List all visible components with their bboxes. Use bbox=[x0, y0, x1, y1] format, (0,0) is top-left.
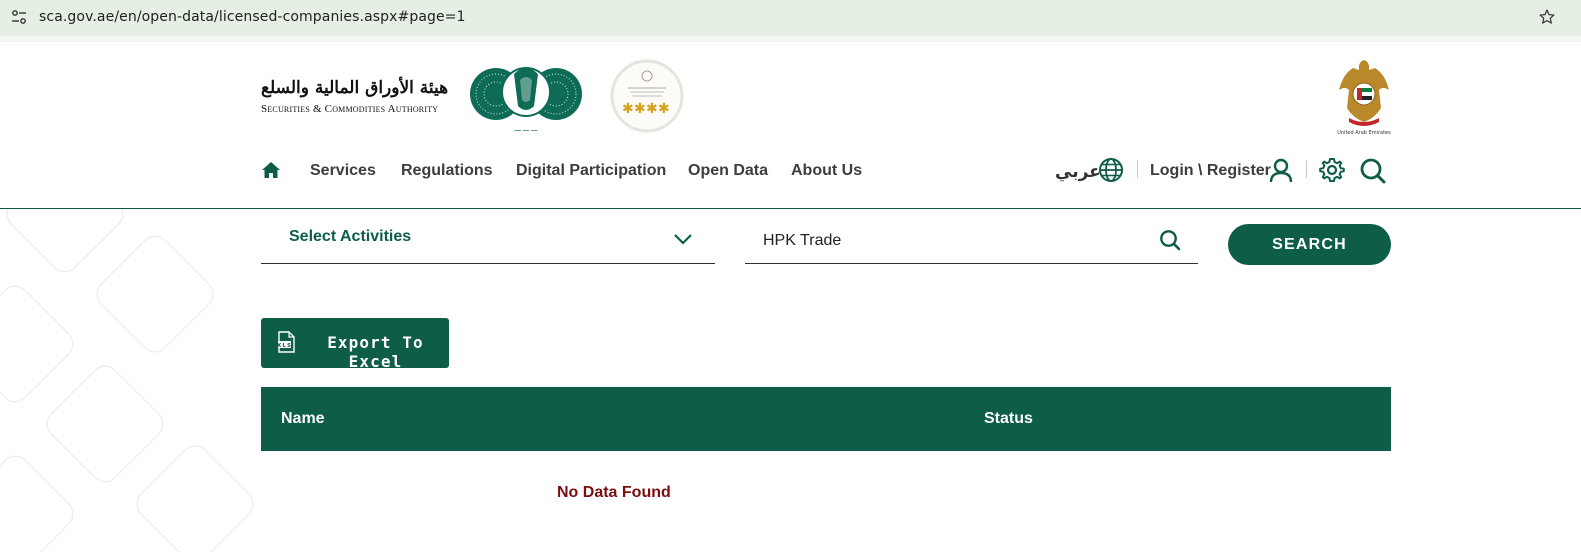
svg-text:United Arab Emirates: United Arab Emirates bbox=[1337, 130, 1391, 136]
user-icon[interactable] bbox=[1268, 157, 1294, 183]
background-pattern bbox=[0, 209, 254, 552]
nav-digital-participation[interactable]: Digital Participation bbox=[516, 162, 666, 180]
nav-services[interactable]: Services bbox=[310, 162, 376, 180]
export-button-label: Export To Excel bbox=[327, 333, 424, 371]
site-settings-icon[interactable] bbox=[11, 9, 27, 25]
svg-text:✱: ✱ bbox=[622, 101, 634, 117]
browser-address-bar: sca.gov.ae/en/open-data/licensed-compani… bbox=[0, 0, 1581, 36]
svg-text:✱: ✱ bbox=[646, 101, 658, 117]
logo-arabic-text[interactable]: هيئة الأوراق المالية والسلع bbox=[261, 78, 448, 98]
header-separator bbox=[1306, 160, 1307, 178]
company-search-field bbox=[745, 218, 1198, 264]
no-data-message: No Data Found bbox=[557, 484, 671, 501]
company-search-input[interactable] bbox=[763, 229, 1143, 253]
globe-icon[interactable] bbox=[1098, 157, 1124, 183]
search-icon[interactable] bbox=[1359, 157, 1387, 185]
uae-emblem-icon[interactable]: United Arab Emirates bbox=[1335, 56, 1393, 136]
activities-select[interactable]: Select Activities bbox=[261, 218, 715, 264]
gear-icon[interactable] bbox=[1319, 157, 1345, 183]
search-button[interactable]: SEARCH bbox=[1228, 224, 1391, 265]
nav-about-us[interactable]: About Us bbox=[791, 162, 862, 180]
chevron-down-icon bbox=[674, 234, 692, 245]
award-badge-icon[interactable]: ✱ ✱ ✱ ✱ bbox=[610, 58, 684, 134]
activities-select-label: Select Activities bbox=[289, 228, 412, 245]
login-register-link[interactable]: Login \ Register bbox=[1150, 162, 1271, 180]
svg-text:✱: ✱ bbox=[634, 101, 646, 117]
export-to-excel-button[interactable]: XLS Export To Excel bbox=[261, 318, 449, 371]
nav-open-data[interactable]: Open Data bbox=[688, 162, 768, 180]
url-text[interactable]: sca.gov.ae/en/open-data/licensed-compani… bbox=[39, 9, 466, 25]
svg-text:XLS: XLS bbox=[277, 343, 292, 349]
home-icon[interactable] bbox=[261, 161, 281, 179]
sca-falcon-logo-icon[interactable]: ـــ ـــ ـــ bbox=[468, 58, 584, 136]
svg-text:✱: ✱ bbox=[658, 101, 670, 117]
results-table-header: Name Status bbox=[261, 387, 1391, 451]
column-header-name[interactable]: Name bbox=[281, 410, 325, 428]
header-separator bbox=[1137, 160, 1138, 178]
search-field-icon[interactable] bbox=[1159, 229, 1181, 251]
logo-english-text[interactable]: Securities & Commodities Authority bbox=[261, 103, 438, 115]
svg-text:ـــ ـــ ـــ: ـــ ـــ ـــ bbox=[514, 125, 539, 133]
bookmark-star-icon[interactable] bbox=[1538, 8, 1556, 26]
nav-regulations[interactable]: Regulations bbox=[401, 162, 493, 180]
column-header-status[interactable]: Status bbox=[984, 410, 1033, 428]
excel-file-icon: XLS bbox=[277, 331, 295, 353]
language-switch-link[interactable]: عربي bbox=[1055, 162, 1101, 182]
